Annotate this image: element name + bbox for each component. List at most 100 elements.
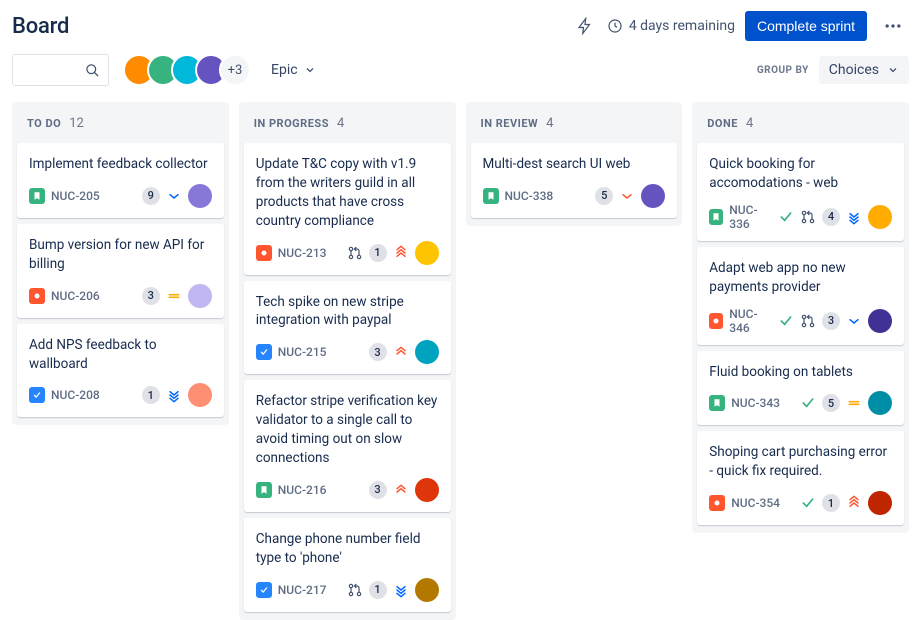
done-check-icon	[800, 495, 816, 511]
bug-icon	[256, 245, 272, 261]
bug-icon	[709, 495, 725, 511]
story-icon	[709, 209, 723, 225]
priority-highest-icon	[846, 495, 862, 511]
time-remaining: 4 days remaining	[629, 18, 735, 34]
card[interactable]: Change phone number field type to 'phone…	[244, 518, 451, 612]
card-key: NUC-343	[731, 396, 780, 410]
pull-request-icon	[347, 582, 363, 598]
task-icon	[29, 387, 45, 403]
complete-sprint-button[interactable]: Complete sprint	[745, 11, 867, 41]
assignee-avatar[interactable]	[868, 309, 892, 333]
card-key: NUC-346	[729, 307, 772, 335]
card-title: Change phone number field type to 'phone…	[256, 530, 439, 568]
assignee-avatar[interactable]	[188, 383, 212, 407]
card-title: Add NPS feedback to wallboard	[29, 336, 212, 374]
assignee-avatar[interactable]	[868, 205, 892, 229]
story-points: 1	[369, 244, 387, 262]
clock-icon	[607, 18, 623, 34]
assignee-filter[interactable]: +3	[123, 54, 251, 86]
card[interactable]: Update T&C copy with v1.9 from the write…	[244, 143, 451, 275]
groupby-select[interactable]: Choices	[819, 56, 909, 84]
priority-high-icon	[393, 344, 409, 360]
card[interactable]: Multi-dest search UI webNUC-3385	[471, 143, 678, 218]
card-key: NUC-215	[278, 345, 327, 359]
story-icon	[483, 188, 499, 204]
pull-request-icon	[800, 209, 816, 225]
assignee-avatar[interactable]	[188, 184, 212, 208]
story-points: 3	[822, 312, 840, 330]
card-title: Implement feedback collector	[29, 155, 212, 174]
priority-medium-icon	[166, 288, 182, 304]
bug-icon	[709, 313, 723, 329]
epic-dropdown[interactable]: Epic	[265, 58, 322, 82]
priority-highest-icon	[393, 245, 409, 261]
story-points: 4	[822, 208, 840, 226]
column: IN REVIEW 4 Multi-dest search UI webNUC-33…	[466, 102, 683, 226]
story-points: 1	[142, 386, 160, 404]
story-points: 5	[595, 187, 613, 205]
card-key: NUC-217	[278, 583, 327, 597]
assignee-avatar[interactable]	[868, 391, 892, 415]
card[interactable]: Quick booking for accomodations - web NUC…	[697, 143, 904, 241]
card[interactable]: Tech spike on new stripe integration wit…	[244, 281, 451, 375]
assignee-avatar[interactable]	[868, 491, 892, 515]
assignee-avatar[interactable]	[188, 284, 212, 308]
card-title: Shoping cart purchasing error - quick fi…	[709, 443, 892, 481]
page-title: Board	[12, 14, 69, 39]
assignee-avatar[interactable]	[641, 184, 665, 208]
pull-request-icon	[347, 245, 363, 261]
story-points: 3	[369, 343, 387, 361]
card[interactable]: Adapt web app no new payments providerNU…	[697, 247, 904, 345]
priority-low-icon	[166, 188, 182, 204]
column-title: DONE	[707, 117, 738, 130]
card[interactable]: Add NPS feedback to wallboard NUC-208 1	[17, 324, 224, 418]
card[interactable]: Implement feedback collector NUC-205 9	[17, 143, 224, 218]
column-count: 4	[546, 116, 553, 131]
story-points: 1	[822, 494, 840, 512]
epic-label: Epic	[271, 62, 298, 78]
card-key: NUC-205	[51, 189, 100, 203]
column-count: 4	[337, 116, 344, 131]
card-title: Refactor stripe verification key validat…	[256, 392, 439, 468]
more-icon[interactable]	[877, 10, 909, 42]
story-points: 9	[142, 187, 160, 205]
card[interactable]: Shoping cart purchasing error - quick fi…	[697, 431, 904, 525]
card-key: NUC-336	[729, 203, 772, 231]
card-key: NUC-206	[51, 289, 100, 303]
priority-high-icon	[393, 482, 409, 498]
card-title: Update T&C copy with v1.9 from the write…	[256, 155, 439, 231]
task-icon	[256, 344, 272, 360]
story-points: 3	[142, 287, 160, 305]
card-key: NUC-208	[51, 388, 100, 402]
column-title: IN PROGRESS	[254, 117, 329, 130]
search-input[interactable]	[12, 54, 109, 86]
card-title: Tech spike on new stripe integration wit…	[256, 293, 439, 331]
groupby-label: GROUP BY	[757, 65, 809, 76]
assignee-avatar[interactable]	[415, 241, 439, 265]
avatar-more[interactable]: +3	[219, 54, 251, 86]
card[interactable]: Fluid booking on tablets NUC-343 5	[697, 351, 904, 426]
column: TO DO12Implement feedback collectorNUC-2…	[12, 102, 229, 425]
priority-low-icon	[846, 313, 862, 329]
card-title: Bump version for new API for billing	[29, 236, 212, 274]
card-key: NUC-213	[278, 246, 327, 260]
story-points: 5	[822, 394, 840, 412]
card[interactable]: Refactor stripe verification key validat…	[244, 380, 451, 512]
assignee-avatar[interactable]	[415, 578, 439, 602]
done-check-icon	[800, 395, 816, 411]
card-title: Quick booking for accomodations - web	[709, 155, 892, 193]
card[interactable]: Bump version for new API for billing NUC-…	[17, 224, 224, 318]
column: IN PROGRESS 4 Update T&C copy with v1.9 fr…	[239, 102, 456, 620]
assignee-avatar[interactable]	[415, 340, 439, 364]
pull-request-icon	[800, 313, 816, 329]
chevron-down-icon	[887, 64, 899, 76]
chevron-down-icon	[304, 64, 316, 76]
column-title: TO DO	[27, 117, 61, 130]
card-title: Fluid booking on tablets	[709, 363, 892, 382]
bolt-icon[interactable]	[573, 14, 597, 38]
assignee-avatar[interactable]	[415, 478, 439, 502]
priority-lowest-icon	[846, 209, 862, 225]
groupby-value: Choices	[829, 62, 879, 78]
story-icon	[709, 395, 725, 411]
column-title: IN REVIEW	[481, 117, 539, 130]
